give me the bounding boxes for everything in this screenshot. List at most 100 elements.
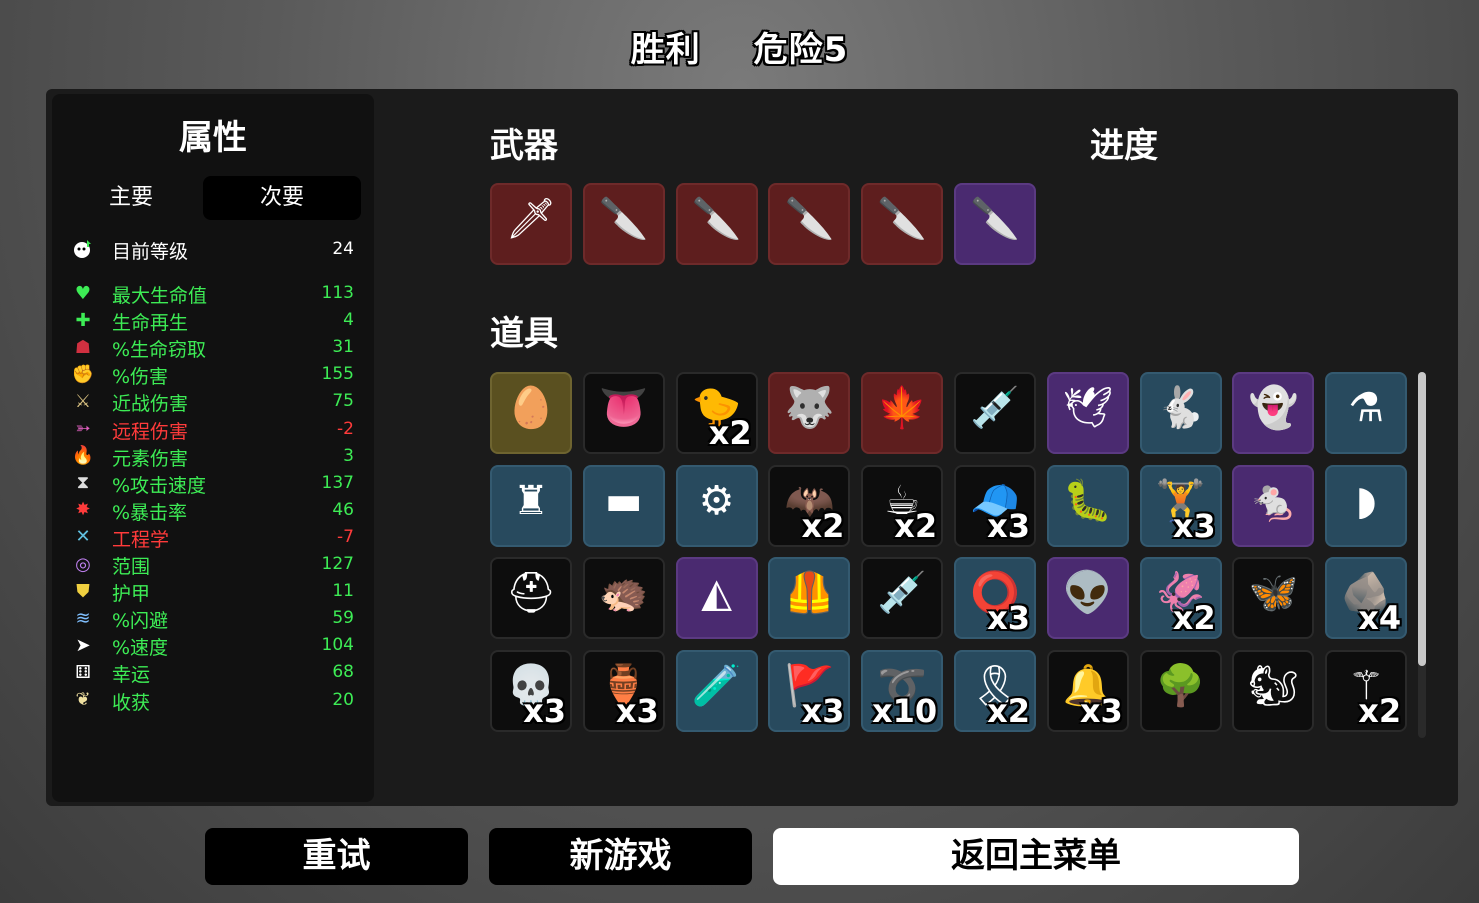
damage-icon: ✊	[71, 363, 95, 385]
level-icon	[70, 236, 96, 262]
stat-label: 远程伤害	[112, 420, 189, 443]
weapon-slot[interactable]: 🔪	[582, 183, 665, 265]
item-slot[interactable]: 🐁	[1232, 464, 1315, 547]
crit-icon: ✸	[75, 499, 91, 521]
vest-icon: 🦺	[784, 570, 835, 616]
item-slot[interactable]: 🦋	[1232, 557, 1315, 639]
item-slot[interactable]: ➰ x10	[861, 649, 944, 732]
item-slot[interactable]: ◗	[1325, 464, 1408, 547]
item-slot[interactable]: 🥚	[490, 372, 572, 454]
weapon-slot[interactable]: 🔪	[861, 183, 944, 265]
item-slot[interactable]: 🏋 x3	[1139, 464, 1222, 547]
item-quantity: x2	[708, 414, 752, 452]
item-quantity: x3	[523, 691, 566, 730]
new-game-button[interactable]: 新游戏	[489, 828, 752, 885]
stat-label: %暴击率	[112, 501, 188, 524]
stat-row: ♥ 最大生命值 113	[70, 280, 356, 308]
item-slot[interactable]: 🌳	[1139, 649, 1222, 732]
item-slot[interactable]: ▬	[582, 464, 665, 547]
beanie-icon: ⛑	[505, 570, 557, 616]
lifesteal-icon: ☗	[74, 336, 92, 358]
weapon-slot[interactable]: 🔪	[675, 183, 758, 265]
item-slot[interactable]: 👻	[1232, 372, 1315, 454]
knife-icon: 🔪	[691, 196, 742, 242]
tab-secondary[interactable]: 次要	[203, 176, 361, 220]
stat-row: 🔥 元素伤害 3	[70, 443, 356, 470]
butterfly-icon: 🦋	[1248, 570, 1299, 616]
item-slot[interactable]: 💉	[861, 557, 944, 639]
main-menu-button[interactable]: 返回主菜单	[773, 828, 1299, 885]
item-quantity: x2	[1172, 599, 1216, 637]
attack-speed-icon: ⧗	[76, 472, 90, 494]
stat-row: ☗ %生命窃取 31	[70, 334, 356, 362]
item-quantity: x4	[1358, 599, 1402, 637]
alien-icon: 👽	[1062, 570, 1113, 616]
item-slot[interactable]: 🦔	[582, 557, 665, 639]
harvest-icon: ❦	[75, 689, 91, 710]
item-slot[interactable]: 🐺	[768, 372, 851, 454]
item-slot[interactable]: 👽	[1046, 557, 1129, 639]
stat-label: %闪避	[112, 610, 169, 633]
item-slot[interactable]: ◭	[675, 557, 758, 639]
scrollbar-thumb[interactable]	[1418, 372, 1426, 666]
item-slot[interactable]: 🦑 x2	[1139, 557, 1222, 639]
danger-level: 危险5	[753, 30, 849, 70]
item-slot[interactable]: ⚚ x2	[1325, 649, 1408, 732]
item-slot[interactable]: 🐛	[1046, 464, 1129, 547]
stat-value: 155	[321, 364, 354, 385]
stat-label: %伤害	[112, 366, 169, 389]
stat-row: ◎ 范围 127	[70, 551, 356, 579]
item-slot[interactable]: 🎗 x2	[954, 649, 1036, 732]
item-slot[interactable]: 🦺	[768, 557, 851, 639]
flask-icon: 🧪	[691, 662, 742, 709]
weapon-slot[interactable]: 🔪	[768, 183, 851, 265]
stat-label: 目前等级	[112, 241, 189, 263]
ranged-icon: ➳	[75, 418, 91, 439]
item-slot[interactable]: 🧪	[675, 649, 758, 732]
stat-value: 68	[332, 662, 354, 683]
stat-value: 127	[321, 554, 354, 574]
stat-label: 元素伤害	[112, 447, 189, 470]
item-slot[interactable]: 💉	[954, 372, 1036, 454]
tongue-icon: 👅	[598, 385, 649, 431]
item-slot[interactable]: 🧢 x3	[954, 464, 1036, 547]
stat-label: 幸运	[112, 664, 151, 687]
stat-label: 工程学	[112, 528, 170, 551]
knife-icon: 🔪	[598, 196, 649, 242]
stat-value: 113	[321, 283, 354, 303]
item-slot[interactable]: 🔔 x3	[1046, 649, 1129, 732]
item-slot[interactable]: 🐤 x2	[675, 372, 758, 454]
wolf-icon: 🐺	[784, 385, 835, 431]
item-slot[interactable]: 🚩 x3	[768, 649, 851, 732]
weapon-slot[interactable]: 🗡	[490, 183, 572, 265]
item-slot[interactable]: 🍁	[861, 372, 944, 454]
item-slot[interactable]: 🪨 x4	[1325, 557, 1408, 639]
item-slot[interactable]: 👅	[582, 372, 665, 454]
item-slot[interactable]: ⚗	[1325, 372, 1408, 454]
item-slot[interactable]: ⭕ x3	[954, 557, 1036, 639]
weapon-slot[interactable]: 🔪	[954, 183, 1036, 265]
mouse-icon: 🐁	[1248, 477, 1299, 524]
item-slot[interactable]: 🕊	[1046, 372, 1129, 454]
dagger-icon: 🗡	[505, 196, 557, 242]
item-slot[interactable]: ⚙	[675, 464, 758, 547]
item-slot[interactable]: 🐿	[1232, 649, 1315, 732]
stat-value: 4	[343, 310, 354, 331]
item-slot[interactable]: 🏺 x3	[582, 649, 665, 732]
retry-button[interactable]: 重试	[205, 828, 468, 885]
tab-primary[interactable]: 主要	[52, 176, 210, 220]
item-slot[interactable]: 🐇	[1139, 372, 1222, 454]
item-slot[interactable]: 🦇 x2	[768, 464, 851, 547]
item-quantity: x2	[894, 506, 938, 545]
stat-row: ❦ 收获 20	[70, 687, 356, 714]
item-quantity: x2	[801, 506, 845, 545]
stat-row: ⚅ 幸运 68	[70, 659, 356, 687]
stat-row: ⛊ 护甲 11	[70, 578, 356, 606]
item-slot[interactable]: ⛑	[490, 557, 572, 639]
item-slot[interactable]: ☕ x2	[861, 464, 944, 547]
item-slot[interactable]: ♜	[490, 464, 572, 547]
item-slot[interactable]: 💀 x3	[490, 649, 572, 732]
knife-icon: 🔪	[784, 196, 835, 242]
items-scrollbar[interactable]	[1418, 372, 1426, 738]
stat-label: 护甲	[112, 583, 151, 606]
